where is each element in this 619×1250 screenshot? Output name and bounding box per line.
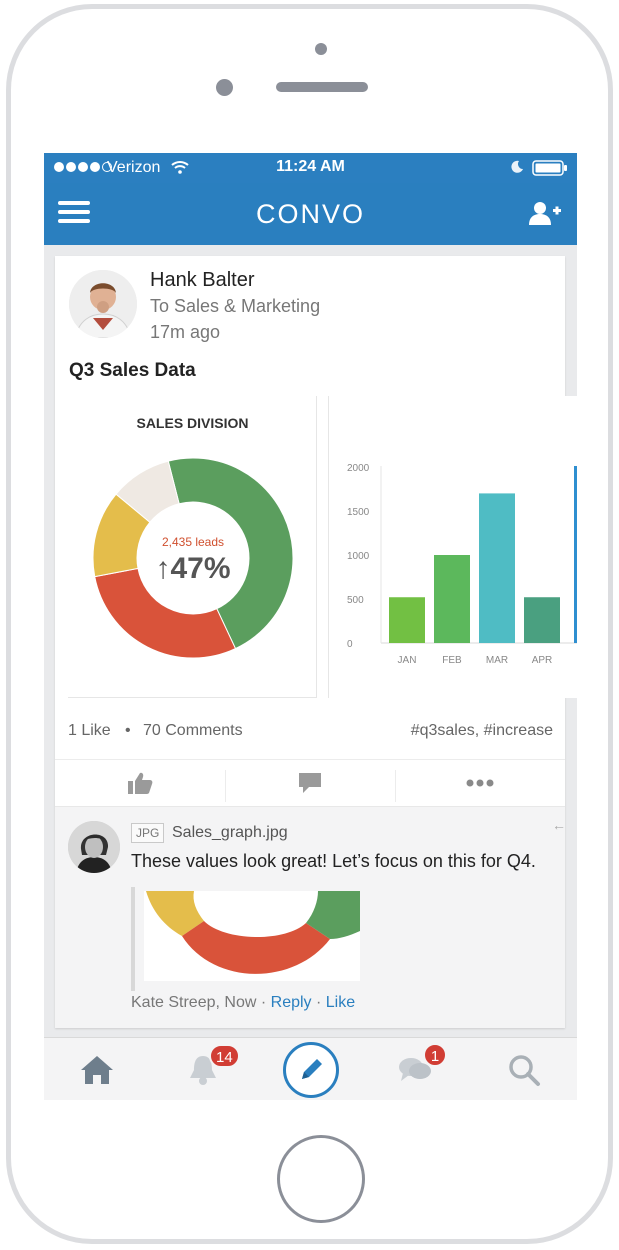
bar-mar: [479, 493, 515, 643]
comment-button[interactable]: [225, 760, 395, 806]
tab-messages[interactable]: 1: [385, 1038, 447, 1100]
post-audience: To Sales & Marketing: [150, 296, 321, 316]
hashtags[interactable]: #q3sales, #increase: [411, 722, 553, 740]
status-bar: Verizon 11:24 AM: [44, 153, 577, 183]
home-icon: [81, 1055, 113, 1084]
file-type-badge: JPG: [131, 823, 165, 843]
home-button[interactable]: [277, 1135, 365, 1223]
like-icon: [128, 772, 153, 794]
comment-author-time: Kate Streep, Now: [131, 994, 257, 1011]
app-screen: Verizon 11:24 AM CONVO Hank Balter To Sa…: [44, 153, 577, 1100]
tab-search[interactable]: [494, 1038, 554, 1100]
meta-separator: •: [125, 722, 131, 739]
bar-feb: [434, 555, 470, 643]
bar-apr: [524, 597, 560, 643]
like-link[interactable]: Like: [326, 994, 355, 1011]
footer-dot: ·: [316, 994, 322, 1011]
messages-badge: 1: [423, 1043, 447, 1067]
likes-count[interactable]: 1 Like: [68, 722, 111, 740]
y-tick-label: 0: [347, 639, 353, 650]
donut-center-label: 2,435 leads: [162, 535, 224, 549]
comments-count[interactable]: 70 Comments: [143, 722, 243, 740]
tab-compose[interactable]: [281, 1038, 341, 1100]
more-button[interactable]: [395, 760, 565, 806]
chart-title: SALES DIVISION: [136, 415, 249, 431]
earpiece-speaker: [276, 82, 368, 92]
back-arrow-icon[interactable]: ←: [552, 817, 566, 833]
y-tick-label: 1000: [347, 551, 370, 562]
reply-link[interactable]: Reply: [271, 994, 312, 1011]
donut-center-value: ↑47%: [155, 552, 230, 585]
comment-icon: [299, 773, 321, 793]
x-tick-label: MAR: [486, 655, 508, 666]
tab-home[interactable]: [67, 1038, 127, 1100]
app-logo: CONVO: [255, 199, 365, 229]
y-tick-label: 500: [347, 595, 364, 606]
attachment-file-name[interactable]: Sales_graph.jpg: [172, 824, 288, 842]
attachment-thumbnail[interactable]: [144, 891, 360, 981]
proximity-sensor: [216, 79, 233, 96]
more-icon: [466, 779, 494, 787]
footer-dot: ·: [260, 994, 267, 1011]
battery-icon: [532, 160, 567, 176]
bar-jan: [389, 597, 425, 643]
avatar[interactable]: [68, 821, 120, 873]
compose-icon: [302, 1058, 322, 1079]
x-tick-label: FEB: [442, 655, 462, 666]
compose-button[interactable]: [283, 1041, 339, 1098]
notifications-badge: 14: [209, 1044, 240, 1068]
bar-cut-off: [574, 466, 577, 643]
tab-notifications[interactable]: 14: [173, 1038, 240, 1100]
front-camera: [315, 43, 327, 55]
moon-icon: [511, 160, 523, 173]
search-icon: [509, 1054, 540, 1086]
top-nav-bar: CONVO: [44, 183, 577, 245]
add-user-icon[interactable]: [528, 200, 562, 228]
post-title: Q3 Sales Data: [69, 360, 196, 381]
y-tick-label: 1500: [347, 507, 370, 518]
y-tick-label: 2000: [347, 463, 370, 474]
quote-bar: [131, 887, 135, 991]
x-tick-label: APR: [532, 655, 553, 666]
x-tick-label: JAN: [398, 655, 417, 666]
status-time: 11:24 AM: [276, 158, 345, 175]
donut-chart: 2,435 leads ↑47%: [92, 457, 294, 659]
bar-chart: 0 500 1000 1500 2000 JAN FEB MAR APR: [347, 463, 577, 666]
post-meta: 1 Like • 70 Comments #q3sales, #increase: [68, 722, 553, 746]
avatar[interactable]: [69, 270, 137, 338]
like-button[interactable]: [55, 760, 225, 806]
donut-chart-panel[interactable]: SALES DIVISION 2,435 leads ↑47%: [68, 396, 317, 698]
comment-footer: Kate Streep, Now · Reply · Like: [131, 994, 355, 1012]
post-time: 17m ago: [150, 322, 221, 342]
post-card: Hank Balter To Sales & Marketing 17m ago…: [55, 256, 577, 1028]
bar-chart-panel[interactable]: 0 500 1000 1500 2000 JAN FEB MAR APR: [328, 396, 577, 698]
post-author[interactable]: Hank Balter: [150, 269, 255, 292]
comment-text: These values look great! Let’s focus on …: [131, 851, 536, 871]
comment: JPG Sales_graph.jpg ← These values look …: [55, 806, 566, 1028]
bottom-tab-bar: 14 1: [44, 1037, 577, 1100]
post-actions: [55, 759, 565, 805]
